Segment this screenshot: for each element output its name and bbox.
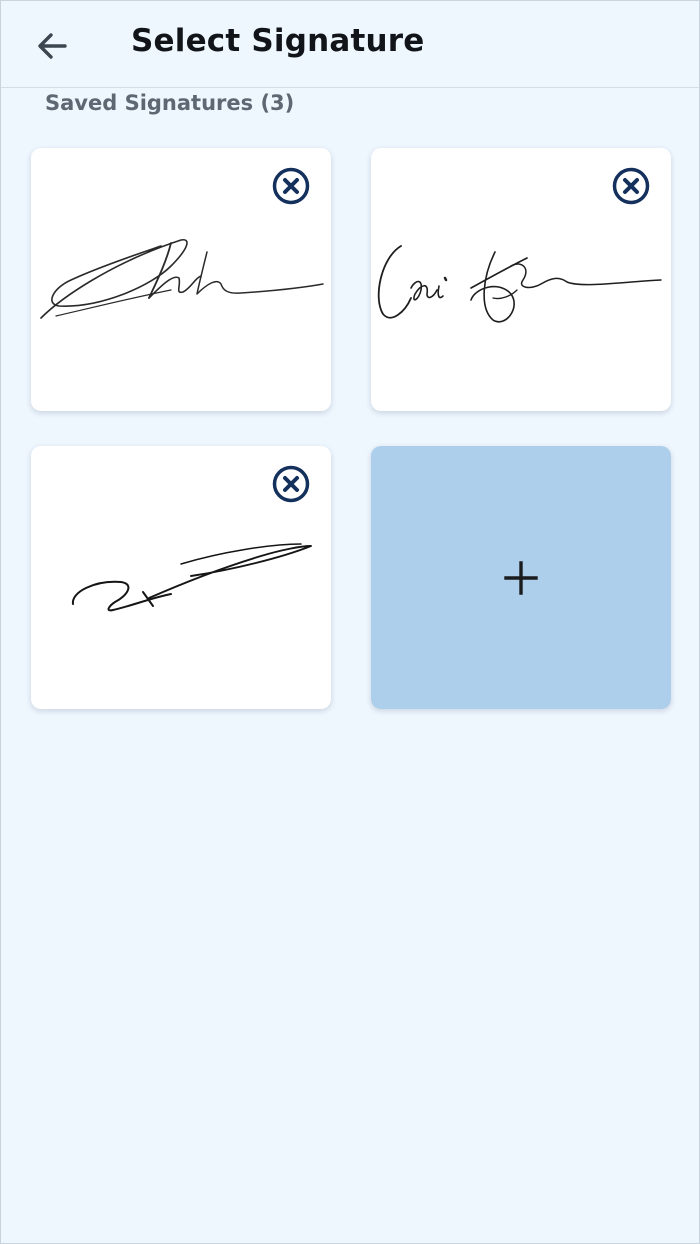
page-title: Select Signature: [131, 23, 425, 59]
remove-signature-1-icon[interactable]: [271, 166, 311, 206]
signature-card-3[interactable]: [31, 446, 331, 709]
saved-signatures-count: Saved Signatures (3): [45, 91, 295, 115]
signature-card-1[interactable]: [31, 148, 331, 411]
signature-card-2[interactable]: [371, 148, 671, 411]
remove-signature-2-icon[interactable]: [611, 166, 651, 206]
remove-signature-3-icon[interactable]: [271, 464, 311, 504]
arrow-left-icon: [38, 33, 67, 59]
plus-icon: [504, 560, 538, 595]
back-button[interactable]: [27, 21, 77, 71]
app-header: Select Signature: [1, 1, 699, 88]
app-screen: Select Signature Saved Signatures (3): [0, 0, 700, 1244]
add-signature-button[interactable]: [371, 446, 671, 709]
